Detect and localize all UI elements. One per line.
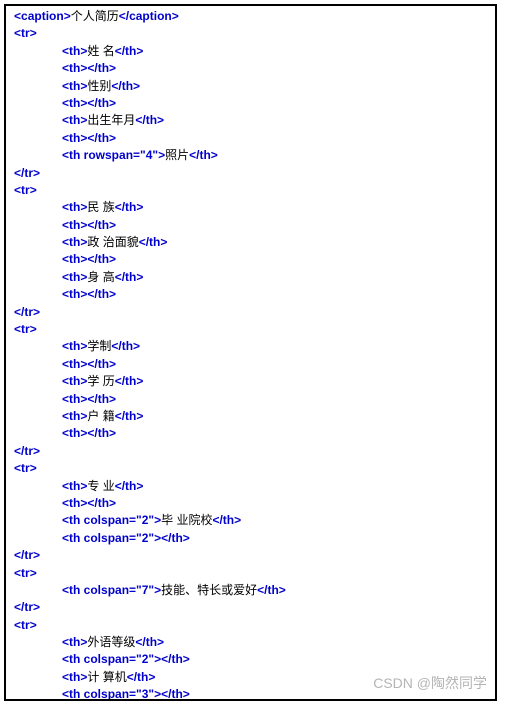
code-line: <th></th> [6,60,495,77]
code-line: <th>民 族</th> [6,199,495,216]
code-line: <th colspan="7">技能、特长或爱好</th> [6,582,495,599]
code-line: <th rowspan="4">照片</th> [6,147,495,164]
code-line: <th></th> [6,391,495,408]
code-line: <tr> [6,321,495,338]
code-line: <th></th> [6,495,495,512]
code-line: <th></th> [6,217,495,234]
code-line: </tr> [6,547,495,564]
code-line: </tr> [6,443,495,460]
code-block: <caption>个人简历</caption><tr><th>姓 名</th><… [6,8,495,701]
code-line: <th></th> [6,95,495,112]
code-line: <th></th> [6,130,495,147]
code-line: <th></th> [6,251,495,268]
code-line: <th></th> [6,425,495,442]
code-line: <th></th> [6,356,495,373]
code-line: <th>性别</th> [6,78,495,95]
code-line: <tr> [6,565,495,582]
code-line: <tr> [6,25,495,42]
code-line: <th>政 治面貌</th> [6,234,495,251]
code-line: <th>专 业</th> [6,478,495,495]
code-line: <th>计 算机</th> [6,669,495,686]
code-frame: <caption>个人简历</caption><tr><th>姓 名</th><… [4,4,497,701]
code-line: </tr> [6,165,495,182]
code-line: <th colspan="2"></th> [6,530,495,547]
code-line: <th>外语等级</th> [6,634,495,651]
code-line: <tr> [6,460,495,477]
code-line: </tr> [6,599,495,616]
code-line: <th>身 高</th> [6,269,495,286]
code-line: <th>出生年月</th> [6,112,495,129]
code-line: <th>学 历</th> [6,373,495,390]
code-line: <th>户 籍</th> [6,408,495,425]
code-line: <th>学制</th> [6,338,495,355]
code-line: <caption>个人简历</caption> [6,8,495,25]
code-line: <th>姓 名</th> [6,43,495,60]
code-line: <th colspan="3"></th> [6,686,495,701]
code-line: </tr> [6,304,495,321]
code-line: <th colspan="2">毕 业院校</th> [6,512,495,529]
code-line: <th colspan="2"></th> [6,651,495,668]
code-line: <tr> [6,617,495,634]
code-line: <th></th> [6,286,495,303]
code-line: <tr> [6,182,495,199]
